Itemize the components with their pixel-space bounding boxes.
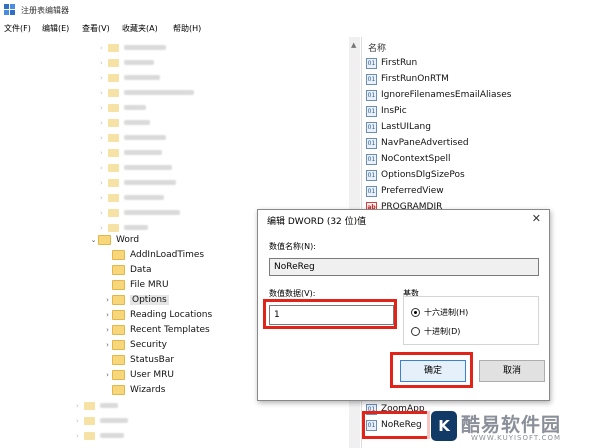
window-title: 注册表编辑器 (21, 6, 69, 15)
watermark: K 酷易软件园 WWW.KUYISOFT.COM (427, 407, 599, 448)
chevron-right-icon[interactable]: › (103, 296, 112, 304)
value-row[interactable]: 01 InsPic (366, 103, 407, 119)
folder-icon (112, 384, 125, 395)
value-row[interactable]: 01 FirstRunOnRTM (366, 71, 449, 87)
tree-item-security[interactable]: › Security (103, 337, 167, 352)
value-data-label: 数值数据(V): (269, 289, 316, 298)
value-row[interactable]: 01 IgnoreFilenamesEmailAliases (366, 87, 511, 103)
value-name-field: NoReReg (269, 258, 539, 276)
radio-hex[interactable]: 十六进制(H) (411, 307, 468, 318)
value-row[interactable]: 01 LastUILang (366, 119, 431, 135)
menu-favorites[interactable]: 收藏夹(A) (122, 23, 158, 34)
tree-item-file-mru[interactable]: File MRU (103, 277, 169, 292)
watermark-url: WWW.KUYISOFT.COM (471, 434, 562, 442)
watermark-text: 酷易软件园 (461, 414, 562, 436)
tree-item-word[interactable]: ⌄ Word (89, 232, 139, 247)
scroll-up-arrow-icon[interactable]: ▲ (351, 41, 356, 49)
radio-unselected-icon[interactable] (411, 327, 420, 336)
tree-item-user-mru[interactable]: › User MRU (103, 367, 174, 382)
blurred-tree-item: › (100, 117, 150, 128)
blurred-tree-item: › (76, 400, 118, 411)
chevron-right-icon[interactable]: › (103, 341, 112, 349)
folder-icon (112, 354, 125, 365)
blurred-tree-item: › (100, 147, 162, 158)
folder-icon (112, 339, 125, 350)
tree-item-statusbar[interactable]: StatusBar (103, 352, 174, 367)
ok-button[interactable]: 确定 (400, 360, 466, 382)
dword-value-icon: 01 (366, 57, 377, 69)
tree-item-recent-templates[interactable]: › Recent Templates (103, 322, 210, 337)
blurred-tree-item: › (76, 430, 124, 441)
blurred-tree-item: › (76, 415, 128, 426)
dword-value-icon: 01 (366, 137, 377, 149)
blurred-tree-item: › (100, 132, 166, 143)
chevron-right-icon[interactable]: › (103, 311, 112, 319)
value-data-input[interactable]: 1 (269, 305, 394, 325)
blurred-tree-item: › (100, 162, 172, 173)
dword-value-icon: 01 (366, 105, 377, 117)
folder-icon (112, 249, 125, 260)
value-row[interactable]: 01 PreferredView (366, 183, 444, 199)
blurred-tree-item: › (100, 42, 166, 53)
radio-decimal[interactable]: 十进制(D) (411, 326, 460, 337)
menu-bar: 文件(F) 编辑(E) 查看(V) 收藏夹(A) 帮助(H) (0, 20, 599, 36)
dword-value-icon: 01 (366, 89, 377, 101)
tree-item-data[interactable]: Data (103, 262, 152, 277)
menu-view[interactable]: 查看(V) (82, 23, 110, 34)
cancel-button[interactable]: 取消 (479, 360, 545, 382)
dword-value-icon: 01 (366, 121, 377, 133)
dword-value-icon: 01 (366, 153, 377, 165)
folder-icon (98, 234, 111, 245)
chevron-right-icon[interactable]: › (103, 326, 112, 334)
blurred-tree-item: › (100, 57, 154, 68)
value-row[interactable]: 01 NavPaneAdvertised (366, 135, 469, 151)
chevron-down-icon[interactable]: ⌄ (89, 236, 98, 244)
value-row[interactable]: 01 OptionsDlgSizePos (366, 167, 465, 183)
base-group: 十六进制(H) 十进制(D) (403, 296, 539, 345)
title-bar: 注册表编辑器 (0, 0, 599, 20)
blurred-tree-item: › (100, 192, 164, 203)
chevron-right-icon[interactable]: › (103, 371, 112, 379)
blurred-tree-item: › (100, 87, 194, 98)
menu-edit[interactable]: 编辑(E) (42, 23, 69, 34)
tree-item-options[interactable]: › Options (103, 292, 169, 307)
highlight-frame-noreg (362, 411, 430, 439)
close-icon[interactable]: ✕ (532, 212, 541, 225)
dword-value-icon: 01 (366, 169, 377, 181)
menu-help[interactable]: 帮助(H) (173, 23, 201, 34)
menu-file[interactable]: 文件(F) (4, 23, 31, 34)
blurred-tree-item: › (100, 177, 176, 188)
blurred-tree-item: › (100, 102, 146, 113)
dword-value-icon: 01 (366, 185, 377, 197)
blurred-tree-item: › (100, 207, 180, 218)
value-name-label: 数值名称(N): (269, 242, 316, 251)
tree-item-addinloadtimes[interactable]: AddInLoadTimes (103, 247, 204, 262)
watermark-logo: K (431, 411, 457, 441)
dialog-title: 编辑 DWORD (32 位)值 (267, 217, 367, 227)
folder-icon (112, 309, 125, 320)
regedit-app-icon (4, 4, 15, 15)
dword-value-icon: 01 (366, 73, 377, 85)
folder-icon (112, 279, 125, 290)
tree-item-wizards[interactable]: Wizards (103, 382, 165, 397)
radio-selected-icon[interactable] (411, 308, 420, 317)
folder-icon (112, 294, 125, 305)
folder-icon (112, 369, 125, 380)
value-row[interactable]: 01 NoContextSpell (366, 151, 450, 167)
value-row[interactable]: 01 FirstRun (366, 55, 417, 71)
edit-dword-dialog: 编辑 DWORD (32 位)值 ✕ 数值名称(N): NoReReg 数值数据… (257, 209, 550, 401)
column-header-name[interactable]: 名称 (368, 41, 386, 54)
blurred-tree-item: › (100, 72, 160, 83)
folder-icon (112, 324, 125, 335)
tree-item-reading-locations[interactable]: › Reading Locations (103, 307, 212, 322)
folder-icon (112, 264, 125, 275)
